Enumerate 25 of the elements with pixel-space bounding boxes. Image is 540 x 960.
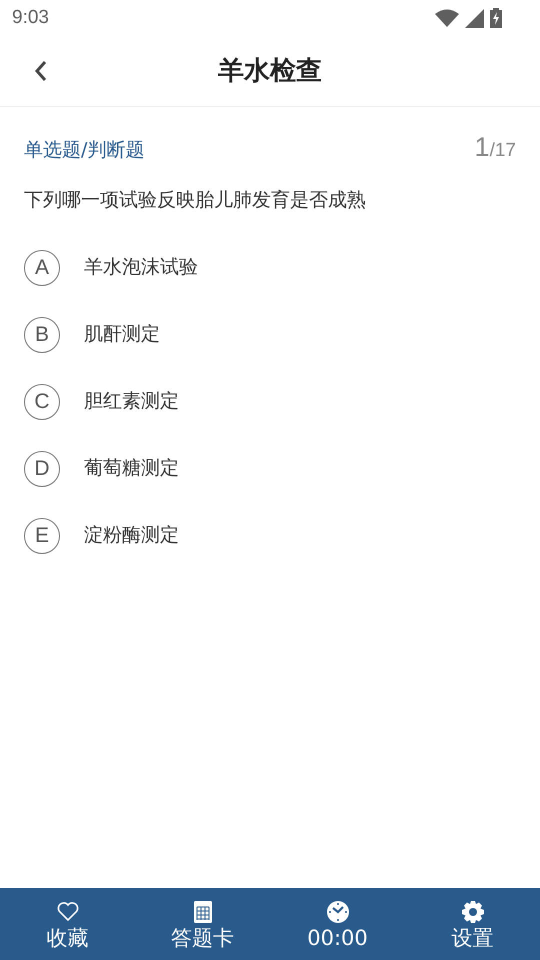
toolbar-button[interactable]: 答题卡 [135, 888, 270, 960]
question-counter: 1/17 [474, 131, 516, 164]
status-time: 9:03 [12, 6, 49, 30]
option-text[interactable]: 肌酐测定 [84, 320, 160, 349]
option-text[interactable]: 葡萄糖测定 [84, 454, 179, 483]
option-text[interactable]: 胆红素测定 [84, 387, 179, 416]
option-text[interactable]: 羊水泡沫试验 [84, 253, 198, 282]
clock-icon [326, 900, 350, 924]
option-letter[interactable]: B [24, 316, 60, 352]
option-letter[interactable]: A [24, 250, 60, 286]
wifi-icon [435, 9, 459, 27]
heart-icon [56, 900, 80, 924]
question-type: 单选题/判断题 [24, 138, 144, 163]
question-text: 下列哪一项试验反映胎儿肺发育是否成熟 [24, 188, 367, 212]
option-text[interactable]: 淀粉酶测定 [84, 521, 179, 550]
page-title: 羊水检查 [218, 54, 322, 88]
toolbar-button[interactable]: 00:00 [270, 888, 405, 960]
option-letter[interactable]: E [24, 518, 60, 554]
battery-icon [490, 8, 502, 28]
signal-icon [465, 8, 484, 28]
toolbar-button[interactable]: 收藏 [0, 888, 135, 960]
option-letter[interactable]: C [24, 384, 60, 420]
settings-icon [460, 900, 484, 924]
toolbar-button[interactable]: 设置 [405, 888, 540, 960]
option-letter[interactable]: D [24, 450, 60, 486]
